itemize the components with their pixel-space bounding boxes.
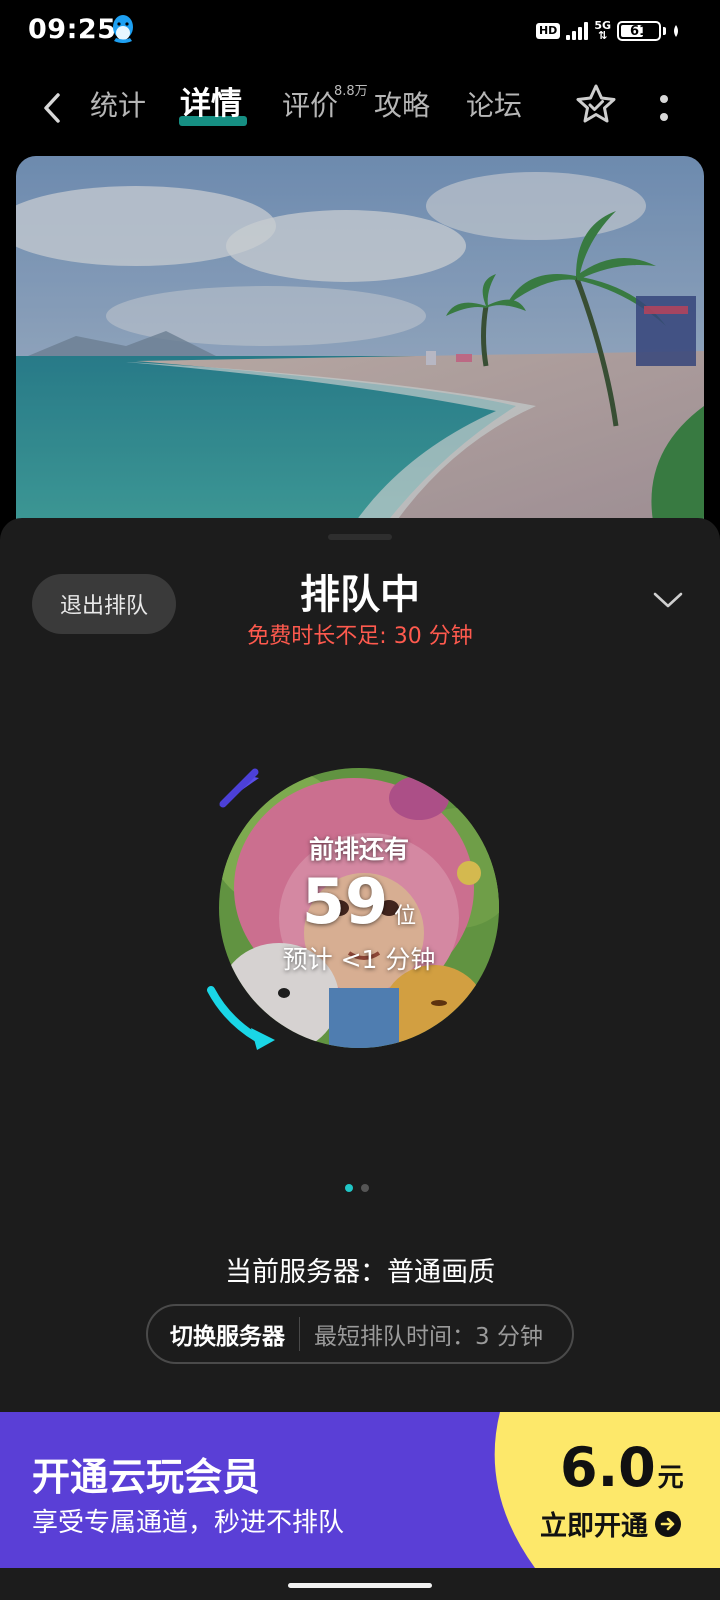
pager-dots [345,1184,369,1192]
switch-server-button[interactable]: 切换服务器 [148,1317,299,1351]
game-hero-image[interactable] [16,156,704,536]
tab-forum[interactable]: 论坛 [466,86,522,126]
queue-status-text: 前排还有 59 位 预计 <1 分钟 [219,768,499,1048]
more-icon[interactable] [656,92,672,124]
home-indicator[interactable] [288,1583,432,1588]
status-indicators: HD 5G ⇅ 61 [535,19,680,42]
activate-now-button[interactable]: 立即开通 [540,1504,682,1543]
free-time-warning: 免费时长不足: 30 分钟 [247,624,473,649]
queue-title: 排队中 [300,572,420,618]
current-server: 当前服务器：普通画质 [225,1257,495,1288]
server-switch-pill: 切换服务器 最短排队时间：3 分钟 [146,1304,574,1364]
queue-position-unit: 位 [394,904,417,929]
back-icon[interactable] [38,90,66,126]
estimated-wait: 预计 <1 分钟 [282,945,436,974]
beach-scene-illustration [16,156,704,536]
reviews-count-badge: 8.8万 [334,84,368,99]
queue-position: 59 [301,865,389,938]
membership-promo-banner[interactable]: 开通云玩会员 享受专属通道，秒进不排队 6.0 元 立即开通 [0,1412,720,1568]
top-nav: 统计 详情 评价 8.8万 攻略 论坛 [0,72,720,144]
tab-stats[interactable]: 统计 [90,86,146,126]
status-time: 09:25 [28,14,117,45]
signal-icon [566,22,589,40]
promo-title: 开通云玩会员 [32,1455,261,1499]
queue-count-row: 59 位 [302,866,416,938]
star-icon[interactable] [574,82,618,128]
leaf-icon [674,25,678,37]
activate-now-label: 立即开通 [540,1511,648,1542]
tab-details[interactable]: 详情 [180,84,242,124]
tab-guides[interactable]: 攻略 [374,86,430,126]
shortest-wait-time: 最短排队时间：3 分钟 [314,1324,543,1350]
pager-dot-2[interactable] [361,1184,369,1192]
ahead-label: 前排还有 [308,835,409,864]
price-unit: 元 [657,1463,684,1493]
network-type: 5G ⇅ [594,19,611,42]
tab-reviews[interactable]: 评价 [282,86,338,126]
chevron-down-icon[interactable] [652,590,684,610]
pager-dot-1[interactable] [345,1184,353,1192]
status-bar: 09:25 HD 5G ⇅ 61 [0,0,720,62]
arrow-right-circle-icon [655,1510,681,1537]
queue-indicator: 前排还有 59 位 预计 <1 分钟 [205,758,515,1058]
battery-icon: 61 [617,21,661,41]
price-value: 6.0 [560,1436,656,1499]
hd-badge: HD [535,23,561,39]
promo-subtitle: 享受专属通道，秒进不排队 [32,1508,345,1538]
price: 6.0 元 [560,1438,684,1498]
drag-handle[interactable] [328,534,392,540]
network-label: 5G [594,19,611,32]
qq-penguin-icon [113,15,133,43]
battery-tip [663,27,666,35]
battery-level: 61 [629,23,649,39]
